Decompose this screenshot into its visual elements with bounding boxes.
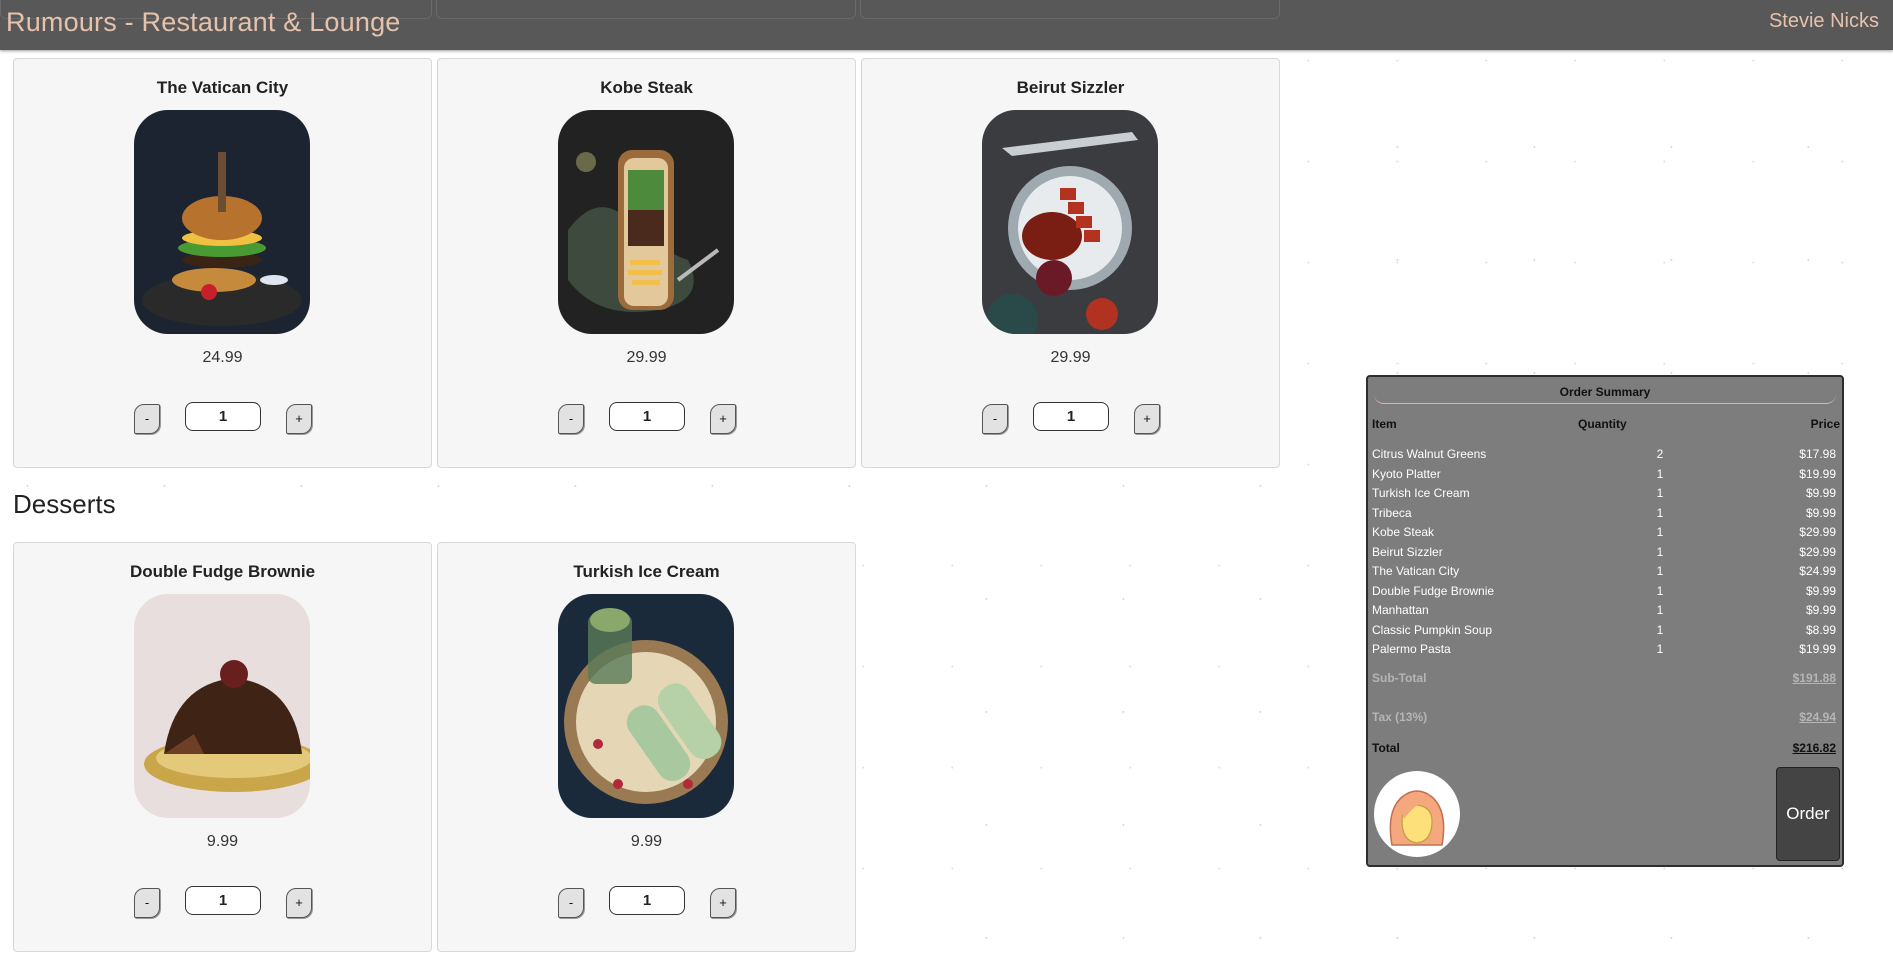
order-summary-title: Order Summary bbox=[1374, 383, 1836, 404]
user-name[interactable]: Stevie Nicks bbox=[1769, 10, 1879, 33]
column-header-price: Price bbox=[1810, 417, 1840, 431]
summary-item-price: $9.99 bbox=[1805, 584, 1836, 598]
increase-quantity-button[interactable]: + bbox=[286, 404, 312, 434]
summary-item-qty: 2 bbox=[1656, 447, 1664, 461]
summary-item-qty: 1 bbox=[1656, 623, 1664, 637]
order-summary-panel: Order Summary Item Quantity Price Citrus… bbox=[1366, 375, 1844, 867]
summary-row: Double Fudge Brownie 1 $9.99 bbox=[1372, 584, 1836, 602]
summary-item-name: Classic Pumpkin Soup bbox=[1372, 623, 1493, 637]
subtotal-value: $191.88 bbox=[1792, 671, 1836, 685]
menu-item-price: 29.99 bbox=[1050, 349, 1091, 366]
increase-quantity-button[interactable]: + bbox=[286, 888, 312, 918]
summary-item-name: Citrus Walnut Greens bbox=[1372, 447, 1487, 461]
summary-item-name: Turkish Ice Cream bbox=[1372, 486, 1470, 500]
summary-item-price: $9.99 bbox=[1805, 486, 1836, 500]
menu-item-card: Turkish Ice Cream 9.99 - 1 + bbox=[437, 542, 856, 952]
summary-item-price: $19.99 bbox=[1799, 642, 1836, 656]
decrease-quantity-button[interactable]: - bbox=[558, 404, 584, 434]
avatar[interactable] bbox=[1374, 771, 1460, 857]
summary-row: Beirut Sizzler 1 $29.99 bbox=[1372, 545, 1836, 563]
header-tab-stub bbox=[860, 0, 1280, 19]
summary-item-name: Palermo Pasta bbox=[1372, 642, 1451, 656]
summary-item-qty: 1 bbox=[1656, 486, 1664, 500]
summary-item-price: $29.99 bbox=[1799, 545, 1836, 559]
summary-item-qty: 1 bbox=[1656, 603, 1664, 617]
total-label: Total bbox=[1372, 741, 1400, 755]
menu-item-name: The Vatican City bbox=[156, 78, 289, 97]
summary-row: Palermo Pasta 1 $19.99 bbox=[1372, 642, 1836, 660]
increase-quantity-button[interactable]: + bbox=[710, 888, 736, 918]
menu-item-card: The Vatican City 24.99 - 1 + bbox=[13, 58, 432, 468]
summary-item-name: Kobe Steak bbox=[1372, 525, 1435, 539]
decrease-quantity-button[interactable]: - bbox=[134, 404, 160, 434]
summary-row: Turkish Ice Cream 1 $9.99 bbox=[1372, 486, 1836, 504]
summary-item-qty: 1 bbox=[1656, 467, 1664, 481]
summary-row: Classic Pumpkin Soup 1 $8.99 bbox=[1372, 623, 1836, 641]
summary-item-price: $19.99 bbox=[1799, 467, 1836, 481]
summary-item-qty: 1 bbox=[1656, 545, 1664, 559]
summary-row: Manhattan 1 $9.99 bbox=[1372, 603, 1836, 621]
app-title[interactable]: Rumours - Restaurant & Lounge bbox=[6, 7, 401, 38]
menu-item-name: Double Fudge Brownie bbox=[129, 562, 316, 581]
quantity-input[interactable]: 1 bbox=[185, 402, 261, 431]
quantity-input[interactable]: 1 bbox=[609, 402, 685, 431]
order-button[interactable]: Order bbox=[1776, 767, 1840, 861]
menu-item-price: 9.99 bbox=[206, 833, 239, 850]
menu-item-name: Beirut Sizzler bbox=[1016, 78, 1125, 97]
column-header-item: Item bbox=[1372, 417, 1397, 431]
summary-row: Kobe Steak 1 $29.99 bbox=[1372, 525, 1836, 543]
tax-value: $24.94 bbox=[1799, 710, 1836, 724]
menu-item-card: Double Fudge Brownie 9.99 - 1 + bbox=[13, 542, 432, 952]
menu-item-price: 24.99 bbox=[202, 349, 243, 366]
menu-item-price: 29.99 bbox=[626, 349, 667, 366]
menu-item-card: Beirut Sizzler 29.99 - 1 + bbox=[861, 58, 1280, 468]
app-header: Rumours - Restaurant & Lounge Stevie Nic… bbox=[0, 0, 1893, 50]
subtotal-label: Sub-Total bbox=[1372, 671, 1427, 685]
summary-item-name: Tribeca bbox=[1372, 506, 1412, 520]
summary-item-qty: 1 bbox=[1656, 525, 1664, 539]
column-header-quantity: Quantity bbox=[1578, 417, 1627, 431]
summary-item-name: Double Fudge Brownie bbox=[1372, 584, 1495, 598]
burger-photo bbox=[134, 110, 310, 334]
summary-item-name: Manhattan bbox=[1372, 603, 1429, 617]
summary-item-price: $9.99 bbox=[1805, 506, 1836, 520]
decrease-quantity-button[interactable]: - bbox=[558, 888, 584, 918]
increase-quantity-button[interactable]: + bbox=[1134, 404, 1160, 434]
summary-item-name: The Vatican City bbox=[1372, 564, 1460, 578]
total-value: $216.82 bbox=[1792, 741, 1836, 755]
decrease-quantity-button[interactable]: - bbox=[982, 404, 1008, 434]
ice-cream-photo bbox=[558, 594, 734, 818]
brownie-photo bbox=[134, 594, 310, 818]
decrease-quantity-button[interactable]: - bbox=[134, 888, 160, 918]
menu-item-price: 9.99 bbox=[630, 833, 663, 850]
user-avatar-icon bbox=[1389, 790, 1445, 846]
header-tab-stub bbox=[436, 0, 856, 19]
quantity-input[interactable]: 1 bbox=[185, 886, 261, 915]
tax-label: Tax (13%) bbox=[1372, 710, 1428, 724]
increase-quantity-button[interactable]: + bbox=[710, 404, 736, 434]
menu-item-card: Kobe Steak 29.99 - 1 + bbox=[437, 58, 856, 468]
menu-item-name: Turkish Ice Cream bbox=[573, 562, 720, 581]
steak-photo bbox=[558, 110, 734, 334]
section-title-desserts: Desserts bbox=[13, 489, 116, 519]
summary-item-price: $17.98 bbox=[1799, 447, 1836, 461]
summary-item-name: Beirut Sizzler bbox=[1372, 545, 1443, 559]
summary-item-price: $9.99 bbox=[1805, 603, 1836, 617]
summary-item-price: $29.99 bbox=[1799, 525, 1836, 539]
summary-item-price: $8.99 bbox=[1805, 623, 1836, 637]
menu-item-name: Kobe Steak bbox=[600, 78, 693, 97]
summary-row: Kyoto Platter 1 $19.99 bbox=[1372, 467, 1836, 485]
summary-item-qty: 1 bbox=[1656, 584, 1664, 598]
summary-item-qty: 1 bbox=[1656, 564, 1664, 578]
summary-item-qty: 1 bbox=[1656, 506, 1664, 520]
quantity-input[interactable]: 1 bbox=[1033, 402, 1109, 431]
summary-item-price: $24.99 bbox=[1799, 564, 1836, 578]
summary-row: Tribeca 1 $9.99 bbox=[1372, 506, 1836, 524]
summary-item-qty: 1 bbox=[1656, 642, 1664, 656]
summary-row: The Vatican City 1 $24.99 bbox=[1372, 564, 1836, 582]
quantity-input[interactable]: 1 bbox=[609, 886, 685, 915]
kebab-photo bbox=[982, 110, 1158, 334]
summary-row: Citrus Walnut Greens 2 $17.98 bbox=[1372, 447, 1836, 465]
summary-item-name: Kyoto Platter bbox=[1372, 467, 1441, 481]
